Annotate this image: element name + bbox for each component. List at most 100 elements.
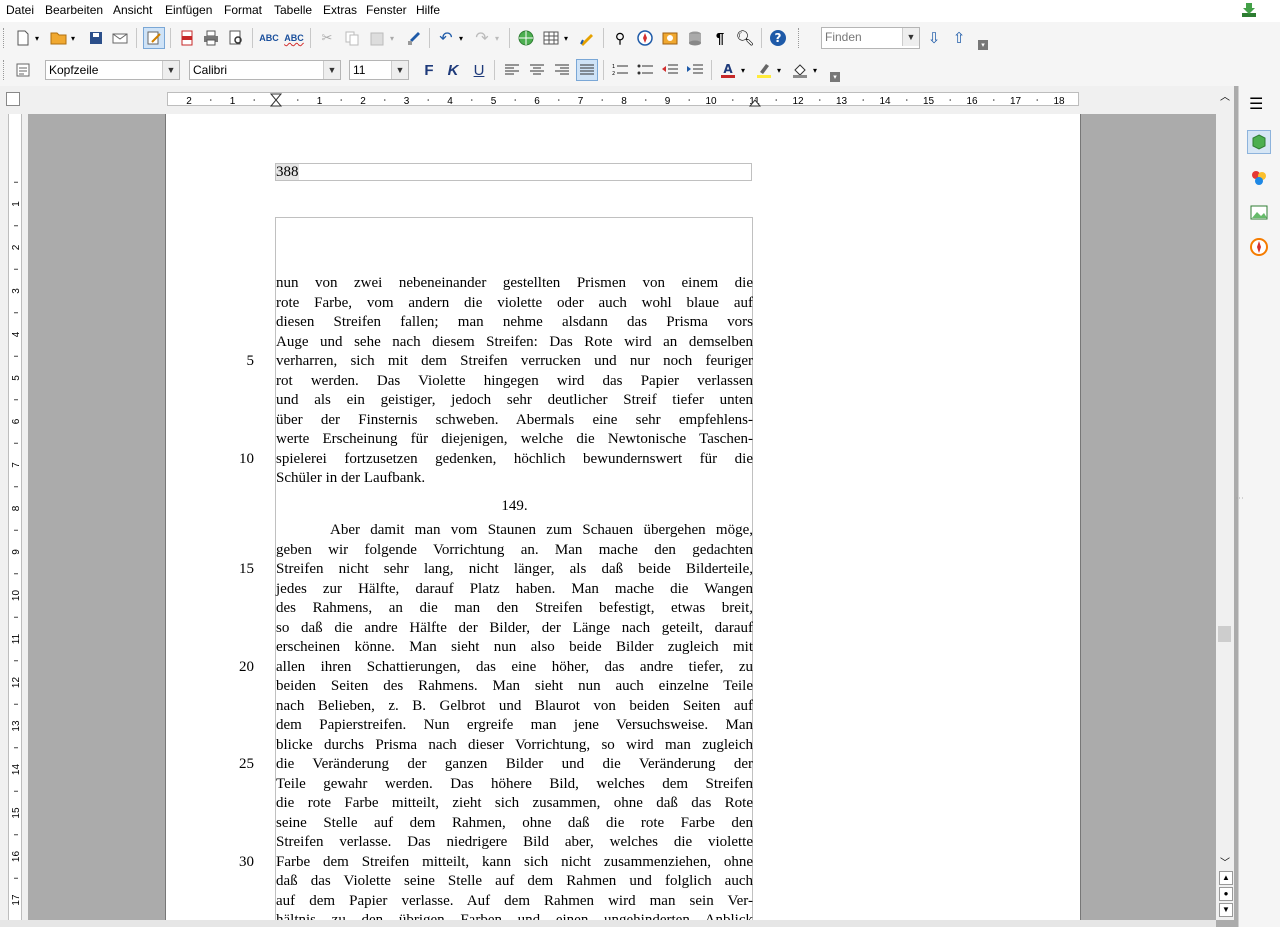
toolbar-overflow-icon[interactable]: ▾ xyxy=(978,40,988,50)
bold-button[interactable]: F xyxy=(419,60,439,80)
draw-functions-icon[interactable] xyxy=(577,28,597,48)
text-line[interactable]: blicke durchs Prisma nach dieser Vorrich… xyxy=(276,736,753,756)
text-line[interactable]: spielerei fortzusetzen gedenken, höchlic… xyxy=(276,450,753,470)
text-line[interactable]: auf dem Papier verlasse. Auf dem Rahmen … xyxy=(276,892,753,912)
text-line[interactable]: Auge und sehe nach diesem Streifen: Das … xyxy=(276,333,753,353)
toolbar-grip[interactable] xyxy=(3,60,10,80)
new-dropdown-icon[interactable]: ▾ xyxy=(32,28,42,48)
redo-icon[interactable]: ↷ xyxy=(472,28,492,48)
scroll-up-icon[interactable]: ︿ xyxy=(1220,88,1230,103)
table-icon[interactable] xyxy=(541,28,561,48)
gallery-icon[interactable] xyxy=(660,28,680,48)
align-left-icon[interactable] xyxy=(502,60,522,80)
background-color-dropdown-icon[interactable]: ▾ xyxy=(810,60,820,80)
text-line[interactable]: nun von zwei nebeneinander gestellten Pr… xyxy=(276,274,753,294)
email-icon[interactable] xyxy=(110,28,130,48)
undo-icon[interactable]: ↶ xyxy=(436,28,456,48)
print-preview-icon[interactable] xyxy=(226,28,246,48)
styles-sidebar-icon[interactable] xyxy=(1249,168,1269,191)
help-icon[interactable]: ? xyxy=(768,28,788,48)
next-page-icon[interactable]: ▼ xyxy=(1219,903,1233,917)
text-line[interactable]: werte Erscheinung für diejenigen, welche… xyxy=(276,430,753,450)
spellcheck-icon[interactable]: ABC xyxy=(259,28,279,48)
menu-einfuegen[interactable]: Einfügen xyxy=(165,3,212,17)
text-line[interactable]: seine Stelle auf dem Rahmen, ohne daß di… xyxy=(276,814,753,834)
text-line[interactable]: Streifen nicht sehr lang, nicht länger, … xyxy=(276,560,753,580)
text-line[interactable]: und als ein geistiger, jedoch sehr deutl… xyxy=(276,391,753,411)
navigator-compass-icon[interactable] xyxy=(635,28,655,48)
menu-extras[interactable]: Extras xyxy=(323,3,357,17)
sidebar-collapse-handle[interactable]: ⋮ xyxy=(1235,494,1244,502)
find-replace-binoculars-icon[interactable]: ⚲ xyxy=(610,28,630,48)
text-line[interactable]: über der Finsternis schweben. Abermals e… xyxy=(276,411,753,431)
text-line[interactable]: erscheinen könne. Man sieht nun also bei… xyxy=(276,638,753,658)
table-dropdown-icon[interactable]: ▾ xyxy=(561,28,571,48)
export-pdf-icon[interactable] xyxy=(177,28,197,48)
underline-button[interactable]: U xyxy=(469,60,489,80)
styles-icon[interactable] xyxy=(13,60,33,80)
gallery-sidebar-icon[interactable] xyxy=(1249,203,1269,226)
navigation-icon[interactable]: ● xyxy=(1219,887,1233,901)
text-line[interactable]: des Rahmens, an die man den Streifen bef… xyxy=(276,599,753,619)
decrease-indent-icon[interactable] xyxy=(660,60,680,80)
text-line[interactable]: beiden Seiten des Rahmens. Man sieht nun… xyxy=(276,677,753,697)
scroll-thumb[interactable] xyxy=(1218,626,1231,642)
text-line[interactable]: Streifen verlasse. Das niedrigere Bild a… xyxy=(276,833,753,853)
page-header[interactable]: 388 xyxy=(275,163,752,181)
text-line[interactable]: die rote Farbe mitteilt, zieht sich zusa… xyxy=(276,794,753,814)
italic-button[interactable]: K xyxy=(443,60,463,80)
navigator-sidebar-icon[interactable] xyxy=(1249,237,1269,260)
background-color-icon[interactable] xyxy=(790,60,810,80)
open-folder-icon[interactable] xyxy=(49,28,69,48)
justify-icon[interactable] xyxy=(576,59,598,81)
copy-icon[interactable] xyxy=(342,28,362,48)
text-line[interactable]: die Veränderung der ganzen Bilder und di… xyxy=(276,755,753,775)
align-center-icon[interactable] xyxy=(527,60,547,80)
align-right-icon[interactable] xyxy=(552,60,572,80)
data-sources-icon[interactable] xyxy=(685,28,705,48)
vertical-scrollbar[interactable]: ︿ ﹀ ▲ ● ▼ xyxy=(1216,86,1234,920)
paste-icon[interactable] xyxy=(367,28,387,48)
text-line[interactable]: daß das Violette seine Stelle auf dem Ra… xyxy=(276,872,753,892)
menu-datei[interactable]: Datei xyxy=(6,3,34,17)
text-line[interactable]: rote Farbe, vom andern die violette oder… xyxy=(276,294,753,314)
find-previous-icon[interactable]: ⇧ xyxy=(949,28,969,48)
find-next-icon[interactable]: ⇩ xyxy=(924,28,944,48)
highlighting-icon[interactable] xyxy=(754,60,774,80)
text-line[interactable]: allen ihren Schattierungen, das eine höh… xyxy=(276,658,753,678)
menu-fenster[interactable]: Fenster xyxy=(366,3,407,17)
font-size-select[interactable]: 11 ▼ xyxy=(349,60,409,80)
font-name-select[interactable]: Calibri ▼ xyxy=(189,60,341,80)
paragraph-style-dropdown-icon[interactable]: ▼ xyxy=(162,61,179,79)
print-icon[interactable] xyxy=(201,28,221,48)
text-line[interactable]: nach Belieben, z. B. Gelbrot und Blaurot… xyxy=(276,697,753,717)
text-line[interactable]: rot werden. Das Violette hingegen wird d… xyxy=(276,372,753,392)
formatting-marks-icon[interactable]: ¶ xyxy=(710,28,730,48)
menu-bearbeiten[interactable]: Bearbeiten xyxy=(45,3,103,17)
text-line[interactable]: geben wir folgende Vorrichtung an. Man m… xyxy=(276,541,753,561)
text-line[interactable]: dem Papierstreifen. Nun ergreife man jen… xyxy=(276,716,753,736)
text-line[interactable]: Teile gewahr werden. Das höhere Bild, we… xyxy=(276,775,753,795)
zoom-icon[interactable]: 🔍︎ xyxy=(735,28,755,48)
cut-icon[interactable]: ✂ xyxy=(317,28,337,48)
menu-tabelle[interactable]: Tabelle xyxy=(274,3,312,17)
menu-format[interactable]: Format xyxy=(224,3,262,17)
text-line[interactable]: so daß die andre Hälfte der Bilder, der … xyxy=(276,619,753,639)
font-color-dropdown-icon[interactable]: ▾ xyxy=(738,60,748,80)
highlighting-dropdown-icon[interactable]: ▾ xyxy=(774,60,784,80)
toolbar-grip[interactable] xyxy=(3,28,10,48)
text-line[interactable]: Schüler in der Laufbank. xyxy=(276,469,753,489)
redo-dropdown-icon[interactable]: ▾ xyxy=(492,28,502,48)
numbering-icon[interactable]: 12 xyxy=(610,60,630,80)
text-line[interactable]: 149. xyxy=(276,497,753,517)
font-color-icon[interactable]: A xyxy=(718,60,738,80)
find-input[interactable]: Finden ▼ xyxy=(821,27,920,49)
menu-hilfe[interactable]: Hilfe xyxy=(416,3,440,17)
text-line[interactable]: verharren, sich mit dem Streifen verruck… xyxy=(276,352,753,372)
text-line[interactable]: diesen Streifen fallen; man nehme alsdan… xyxy=(276,313,753,333)
text-line[interactable]: Farbe dem Streifen mitteilt, kann sich n… xyxy=(276,853,753,873)
open-dropdown-icon[interactable]: ▾ xyxy=(68,28,78,48)
properties-icon[interactable] xyxy=(1247,130,1271,154)
edit-mode-icon[interactable] xyxy=(143,27,165,49)
undo-dropdown-icon[interactable]: ▾ xyxy=(456,28,466,48)
